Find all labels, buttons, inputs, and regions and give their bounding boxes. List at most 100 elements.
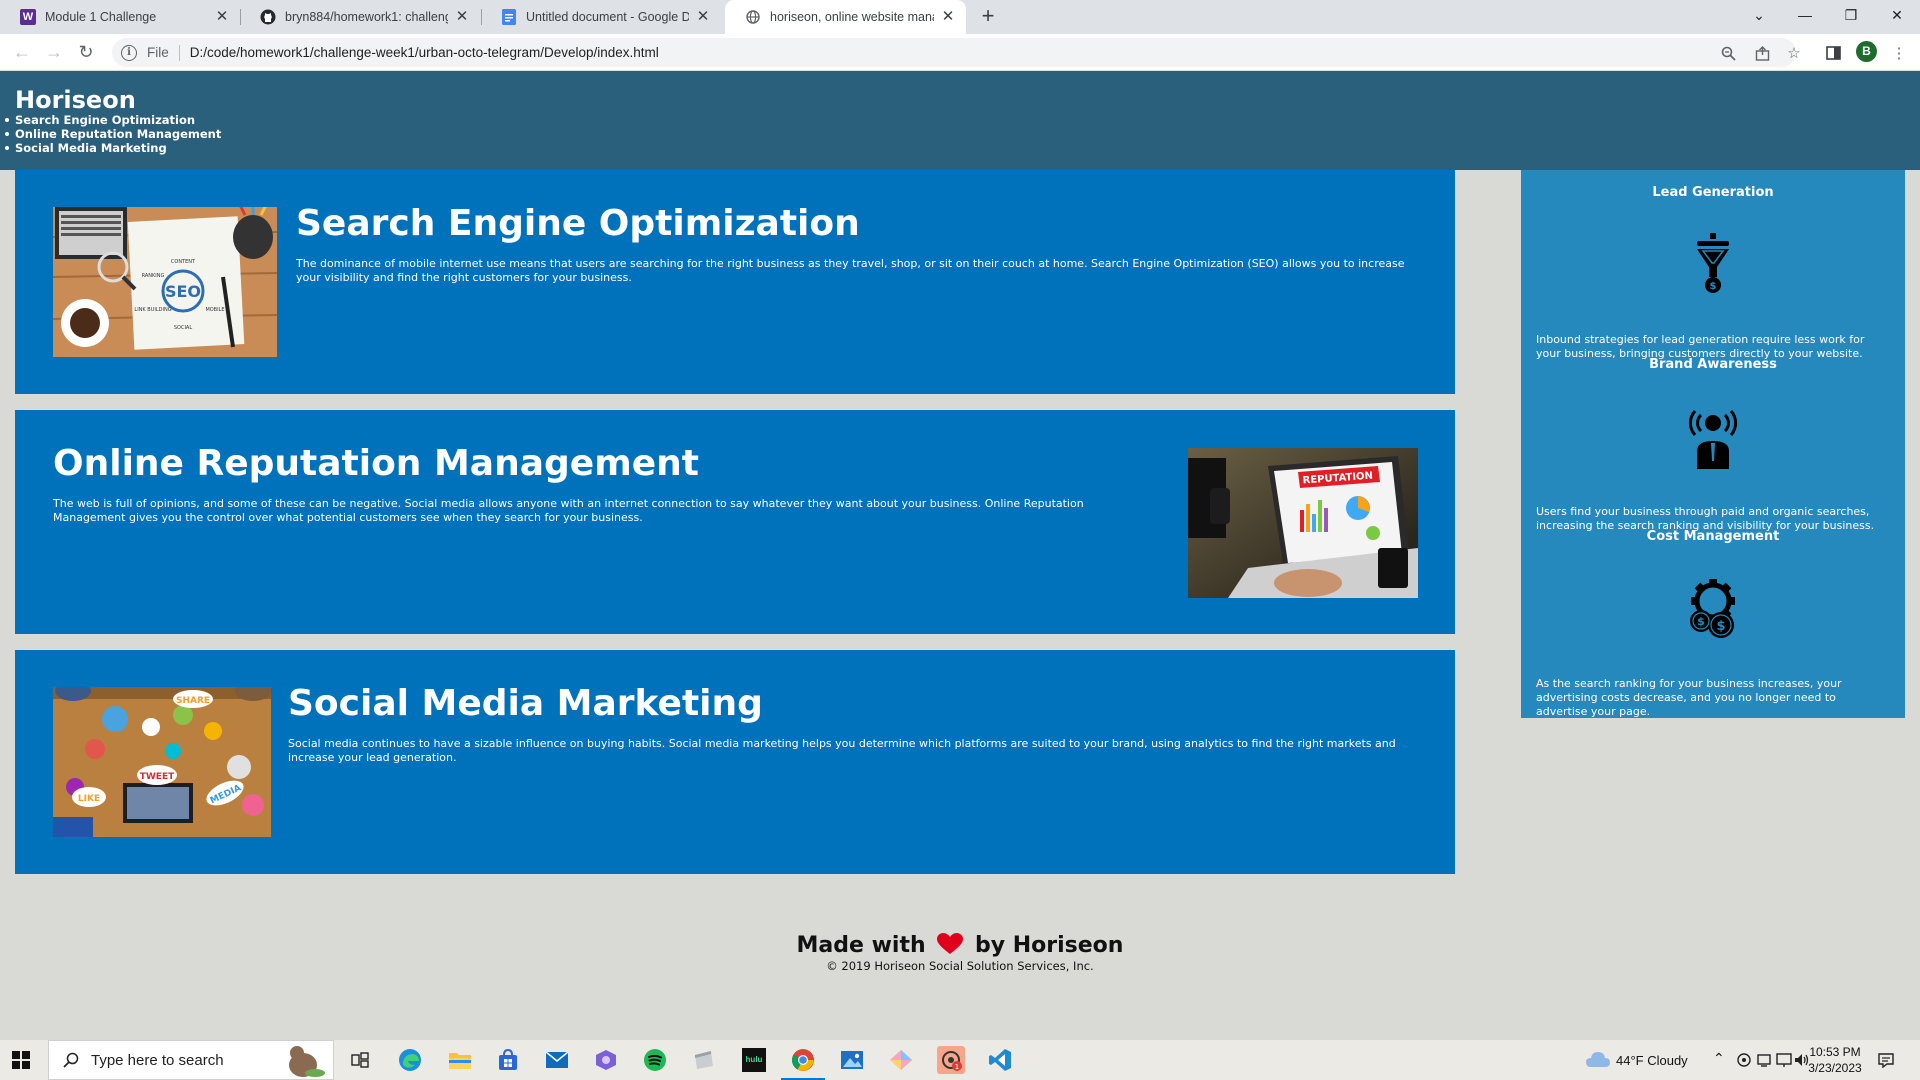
restore-icon[interactable]: ❐ [1828,0,1874,30]
tab-title: bryn884/homework1: challenges [285,10,448,24]
windows-taskbar: Type here to search hulu 1 44°F Cloudy ⌃… [0,1040,1920,1080]
photos-icon[interactable] [838,1046,866,1074]
notification-icon[interactable] [1878,1052,1894,1073]
tab-google-docs[interactable]: Untitled document - Google Doc ✕ [481,0,721,34]
address-bar[interactable]: i File D:/code/homework1/challenge-week1… [112,38,1796,67]
app-icon[interactable] [592,1046,620,1074]
footer-copyright: © 2019 Horiseon Social Solution Services… [826,959,1094,973]
site-info-icon[interactable]: i [121,44,137,61]
chrome-icon[interactable] [781,1046,825,1080]
share-icon[interactable] [1751,42,1773,64]
vscode-icon[interactable] [986,1046,1014,1074]
tray-app-icon[interactable] [1736,1052,1752,1073]
app-icon[interactable] [690,1046,718,1074]
profile-avatar[interactable]: B [1856,41,1877,62]
mail-icon[interactable] [543,1046,571,1074]
edge-icon[interactable] [396,1046,424,1074]
file-explorer-icon[interactable] [446,1046,474,1074]
tab-horiseon[interactable]: horiseon, online website manage ✕ [725,0,966,34]
benefit-body: As the search ranking for your business … [1536,677,1842,718]
seo-image-label: RANKING [142,273,165,279]
address-url: D:/code/homework1/challenge-week1/urban-… [189,45,659,60]
section-title: Social Media Marketing [288,683,763,724]
tray-app-icon[interactable] [1756,1052,1772,1073]
github-icon [260,9,276,25]
tab-title: horiseon, online website manage [770,10,934,24]
footer-by: by Horiseon [975,933,1124,958]
nav-link-reputation[interactable]: Online Reputation Management [4,127,221,141]
side-panel-icon[interactable] [1822,42,1844,64]
tab-title: Untitled document - Google Doc [526,10,689,24]
browser-tab-strip: W Module 1 Challenge ✕ bryn884/homework1… [0,0,1920,34]
site-logo[interactable]: Horiseon [15,86,136,114]
hulu-icon[interactable]: hulu [740,1046,768,1074]
svg-text:$: $ [1697,615,1705,628]
taskbar-clock[interactable]: 10:53 PM 3/23/2023 [1800,1044,1870,1076]
tab-close-icon[interactable]: ✕ [454,9,470,25]
network-icon[interactable] [1776,1052,1792,1073]
tab-close-icon[interactable]: ✕ [695,9,711,25]
back-button[interactable]: ← [10,40,34,64]
new-tab-button[interactable]: + [976,5,1000,29]
seo-image-label: SOCIAL [174,325,192,331]
browser-toolbar: ← → ↻ i File D:/code/homework1/challenge… [0,34,1920,71]
clock-time: 10:53 PM [1809,1045,1861,1059]
section-title: Search Engine Optimization [296,203,860,244]
address-divider [178,44,180,61]
footer-title: Made with by Horiseon [0,933,1920,961]
app-icon[interactable] [887,1046,915,1074]
windows-start-icon[interactable] [12,1051,30,1069]
funnel-money-icon: $ [1683,233,1743,299]
web-page: Horiseon Search Engine Optimization Onli… [0,71,1920,1040]
site-nav: Search Engine Optimization Online Reputa… [4,113,221,155]
tab-favicon-icon: W [20,9,36,25]
seo-image-label: SEO [165,282,201,301]
task-view-icon[interactable] [346,1046,374,1074]
gear-dollar-icon: $ $ [1683,577,1743,643]
tab-search-chevron-icon[interactable]: ⌄ [1736,0,1782,30]
nav-link-seo[interactable]: Search Engine Optimization [4,113,221,127]
close-window-icon[interactable]: ✕ [1874,0,1920,30]
tray-chevron-up-icon[interactable]: ⌃ [1713,1050,1725,1067]
footer-made-with: Made with [796,933,926,958]
benefit-title: Brand Awareness [1649,357,1777,372]
social-image-label: TWEET [140,772,175,782]
tab-github[interactable]: bryn884/homework1: challenges ✕ [240,0,480,34]
benefits-sidebar: Lead Generation $ Inbound strategies for… [1521,170,1905,718]
seo-image: SEO CONTENT RANKING LINK BUILDING MOBILE… [53,207,277,357]
social-image-label: LIKE [78,794,100,804]
seo-image-label: LINK BUILDING [134,307,171,313]
site-header: Horiseon Search Engine Optimization Onli… [0,71,1920,170]
svg-text:1: 1 [955,1063,959,1071]
weather-text[interactable]: 44°F Cloudy [1616,1053,1688,1068]
store-icon[interactable] [494,1046,522,1074]
section-body: The web is full of opinions, and some of… [53,497,1084,524]
menu-kebab-icon[interactable]: ⋮ [1888,42,1910,64]
nav-link-social-media[interactable]: Social Media Marketing [4,141,221,155]
taskbar-search-placeholder: Type here to search [91,1051,224,1069]
zoom-icon[interactable] [1717,42,1739,64]
benefit-title: Lead Generation [1652,185,1774,200]
taskbar-search[interactable]: Type here to search [48,1040,334,1080]
tab-title: Module 1 Challenge [45,10,157,24]
tab-close-icon[interactable]: ✕ [214,9,230,25]
benefit-title: Cost Management [1646,529,1780,544]
app-icon[interactable]: 1 [937,1046,965,1074]
clock-date: 3/23/2023 [1808,1061,1862,1075]
section-body: The dominance of mobile internet use mea… [296,257,1405,284]
docs-icon [501,9,517,25]
bookmark-star-icon[interactable]: ☆ [1783,42,1805,64]
spotify-icon[interactable] [641,1046,669,1074]
tab-module-1-challenge[interactable]: W Module 1 Challenge ✕ [0,0,240,34]
tab-close-icon[interactable]: ✕ [940,9,956,25]
heart-icon [937,933,964,961]
reload-button[interactable]: ↻ [74,40,98,64]
seo-image-label: CONTENT [171,259,196,265]
weather-cloud-icon[interactable] [1585,1050,1611,1073]
seo-image-label: MOBILE [205,307,224,313]
minimize-icon[interactable]: — [1782,0,1828,30]
section-body: Social media continues to have a sizable… [288,737,1396,764]
reputation-image: REPUTATION [1188,448,1418,598]
globe-icon [745,9,761,25]
forward-button[interactable]: → [42,40,66,64]
